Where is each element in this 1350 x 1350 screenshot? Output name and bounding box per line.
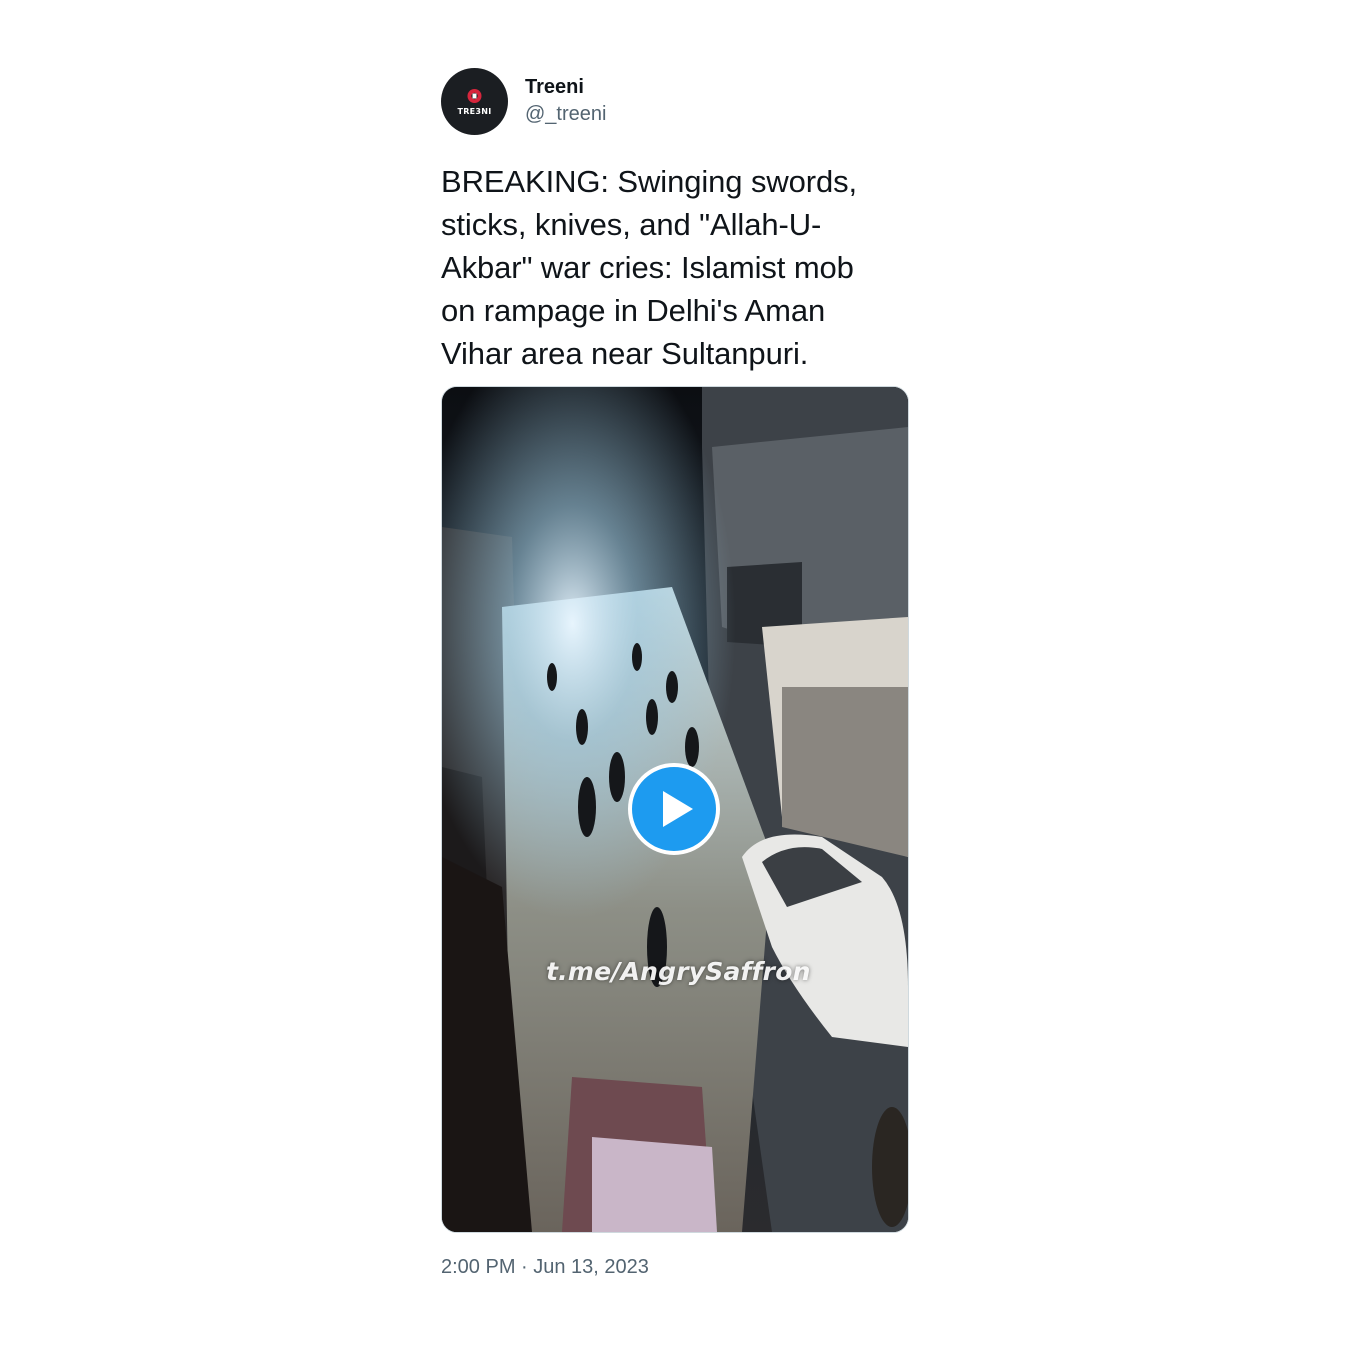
avatar-text: TRE3NI — [457, 106, 492, 116]
video-watermark: t.me/AngrySaffron — [546, 957, 811, 986]
tweet-card: TRE3NI Treeni @_treeni BREAKING: Swingin… — [441, 67, 909, 1278]
video-player[interactable]: t.me/AngrySaffron — [441, 386, 909, 1233]
treeni-logo-icon — [467, 88, 482, 103]
tweet-author: TRE3NI Treeni @_treeni — [441, 67, 909, 135]
tweet-timestamp[interactable]: 2:00 PM · Jun 13, 2023 — [441, 1254, 649, 1280]
avatar[interactable]: TRE3NI — [441, 67, 508, 135]
play-button[interactable] — [628, 763, 720, 855]
display-name[interactable]: Treeni — [525, 74, 606, 100]
tweet-text: BREAKING: Swinging swords, sticks, knive… — [441, 164, 858, 371]
author-names: Treeni @_treeni — [525, 74, 606, 128]
play-icon — [663, 791, 693, 827]
user-handle[interactable]: @_treeni — [525, 100, 606, 128]
